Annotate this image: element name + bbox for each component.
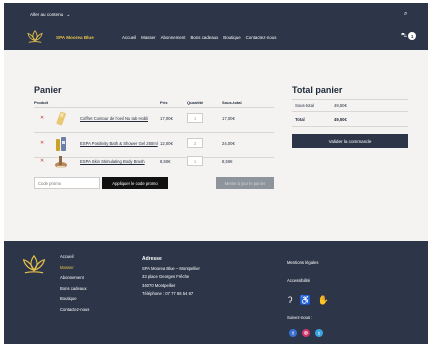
product-thumbnail[interactable] (54, 136, 68, 152)
lotus-logo-icon[interactable] (21, 253, 47, 277)
address-block: Adresse SPA Moorea Blue – Montpellier 33… (142, 256, 200, 300)
nav-item-masser[interactable]: Masser (141, 35, 155, 40)
footer-nav-bons-cadeaux[interactable]: Bons cadeaux (60, 286, 89, 291)
product-name-link[interactable]: ESPA Skin Stimulating Body Brush (80, 159, 145, 164)
skip-to-content-link[interactable]: Aller au contenu ⌄ (30, 12, 70, 18)
total-label: Total (295, 117, 305, 122)
cart-count-badge: 1 (408, 32, 417, 40)
product-name-link[interactable]: ESPA Positivity Bath & Shower Gel 250ml (80, 141, 158, 146)
product-thumbnail[interactable] (54, 111, 68, 127)
cart-icon: ⛍ (401, 33, 408, 39)
footer-nav: Accueil Masser Abonnement Bons cadeaux B… (60, 254, 89, 317)
product-price: 12,00€ (160, 141, 173, 146)
divider (292, 126, 408, 127)
footer-nav-boutique[interactable]: Boutique (60, 296, 89, 301)
brand-name[interactable]: SPA Moorea Blue (56, 35, 94, 40)
footer-links: Mentions légales Accessibilité (287, 260, 318, 283)
lotus-logo-icon[interactable] (26, 29, 44, 45)
product-name-link[interactable]: Coffret Contour de l'oeil Nu tab Hobli (80, 116, 148, 121)
instagram-icon[interactable]: ◎ (302, 329, 310, 337)
address-line: 33 place Georges Frêche (142, 274, 190, 280)
social-links: f ◎ t (289, 329, 323, 337)
subtotal-value: 49,50€ (334, 103, 347, 108)
cart-totals-title: Total panier (292, 85, 343, 95)
update-cart-button[interactable]: Mettre à jour le panier (216, 177, 274, 189)
address-title: Adresse (142, 256, 162, 262)
nav-item-contact[interactable]: Contactez-nous (246, 35, 277, 40)
col-header-product: Produit (34, 100, 48, 105)
site-footer: Accueil Masser Abonnement Bons cadeaux B… (4, 241, 428, 344)
subtotal-label: Sous-total (295, 103, 314, 108)
nav-item-bons-cadeaux[interactable]: Bons cadeaux (190, 35, 218, 40)
wheelchair-icon[interactable]: ♿ (300, 295, 311, 306)
address-line: 34070 Montpellier (142, 282, 176, 288)
cart-row: ✕ ESPA Skin Stimulating Body Brush 8,50€… (34, 151, 274, 175)
follow-us-label: Suivez-nous : (287, 315, 313, 320)
footer-nav-accueil[interactable]: Accueil (60, 254, 89, 259)
cart-button[interactable]: ⛍ 1 (401, 32, 417, 40)
skip-link-label: Aller au contenu (30, 12, 64, 17)
quantity-input[interactable]: 1 (187, 156, 203, 166)
divider (292, 111, 408, 112)
page: Aller au contenu ⌄ ⌕ SPA Moorea Blue Accu… (4, 3, 428, 344)
coupon-code-input[interactable] (34, 177, 100, 189)
facebook-icon[interactable]: f (289, 329, 297, 337)
product-thumbnail[interactable] (54, 154, 68, 170)
col-header-quantity: Quantité (187, 100, 204, 105)
twitter-icon[interactable]: t (315, 329, 323, 337)
site-header: Aller au contenu ⌄ ⌕ SPA Moorea Blue Accu… (4, 3, 428, 50)
quantity-input[interactable]: 2 (187, 138, 203, 148)
col-header-price: Prix (160, 100, 168, 105)
accessibility-link[interactable]: Accessibilité (287, 278, 318, 283)
remove-icon[interactable]: ✕ (40, 115, 44, 121)
phone-line[interactable]: Téléphone : 07 77 66 54 67 (142, 291, 200, 296)
hearing-icon[interactable]: ʔ (288, 295, 293, 306)
col-header-subtotal: Sous-total (222, 100, 242, 105)
footer-nav-masser[interactable]: Masser (60, 265, 89, 270)
address-line: SPA Moorea Blue – Montpellier (142, 266, 200, 271)
product-price: 8,50€ (160, 159, 171, 164)
accessibility-icons: ʔ ♿ ✋ (288, 295, 329, 306)
total-value: 49,50€ (334, 117, 347, 122)
checkout-button[interactable]: Valider la commande (292, 134, 408, 148)
product-subtotal: 8,50€ (222, 159, 233, 164)
product-price: 17,00€ (160, 116, 173, 121)
remove-icon[interactable]: ✕ (40, 140, 44, 146)
main-nav: Accueil Masser Abonnement Bons cadeaux B… (122, 35, 276, 40)
nav-item-accueil[interactable]: Accueil (122, 35, 136, 40)
footer-nav-abonnement[interactable]: Abonnement (60, 275, 89, 280)
remove-icon[interactable]: ✕ (40, 158, 44, 164)
quantity-input[interactable]: 1 (187, 113, 203, 123)
footer-nav-contact[interactable]: Contactez-nous (60, 307, 89, 312)
chevron-down-icon: ⌄ (66, 12, 71, 18)
search-icon[interactable]: ⌕ (404, 11, 407, 18)
cart-title: Panier (34, 85, 62, 95)
legal-link[interactable]: Mentions légales (287, 260, 318, 265)
apply-coupon-button[interactable]: Appliquer le code promo (102, 177, 168, 189)
deaf-icon[interactable]: ✋ (318, 295, 329, 306)
cart-row: ✕ Coffret Contour de l'oeil Nu tab Hobli… (34, 108, 274, 132)
nav-item-abonnement[interactable]: Abonnement (161, 35, 186, 40)
product-subtotal: 24,00€ (222, 141, 235, 146)
nav-item-boutique[interactable]: Boutique (223, 35, 240, 40)
product-subtotal: 17,00€ (222, 116, 235, 121)
divider (292, 99, 408, 100)
